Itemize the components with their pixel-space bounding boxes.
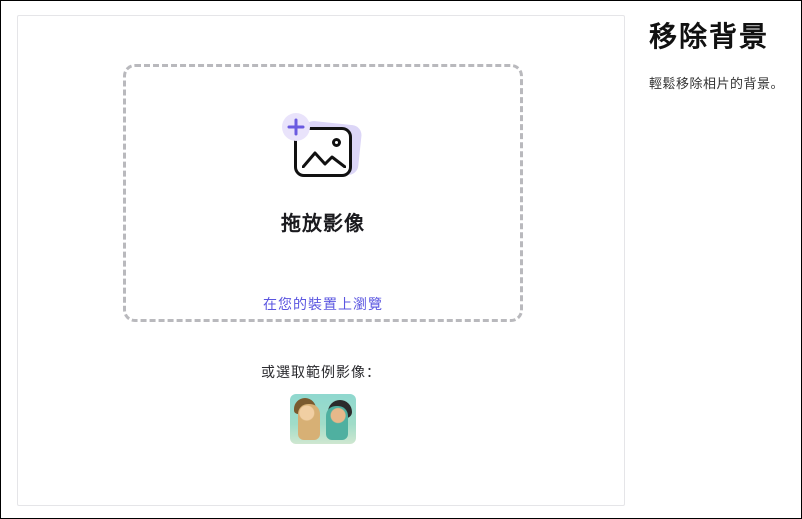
upload-panel: 拖放影像 在您的裝置上瀏覽 或選取範例影像： (17, 15, 625, 506)
page-description: 輕鬆移除相片的背景。 (649, 73, 789, 92)
image-placeholder-icon (284, 115, 362, 185)
sample-images-label: 或選取範例影像： (18, 362, 624, 382)
browse-device-link[interactable]: 在您的裝置上瀏覽 (263, 294, 383, 314)
plus-icon (282, 113, 310, 141)
page-title: 移除背景 (649, 15, 789, 55)
app-frame: 拖放影像 在您的裝置上瀏覽 或選取範例影像： 移除背景 輕鬆移除相片的背景。 (0, 0, 802, 519)
info-panel: 移除背景 輕鬆移除相片的背景。 (649, 15, 789, 92)
sample-image-thumbnail[interactable] (290, 394, 356, 444)
dropzone-title: 拖放影像 (281, 207, 365, 236)
image-dropzone[interactable]: 拖放影像 在您的裝置上瀏覽 (123, 64, 523, 322)
